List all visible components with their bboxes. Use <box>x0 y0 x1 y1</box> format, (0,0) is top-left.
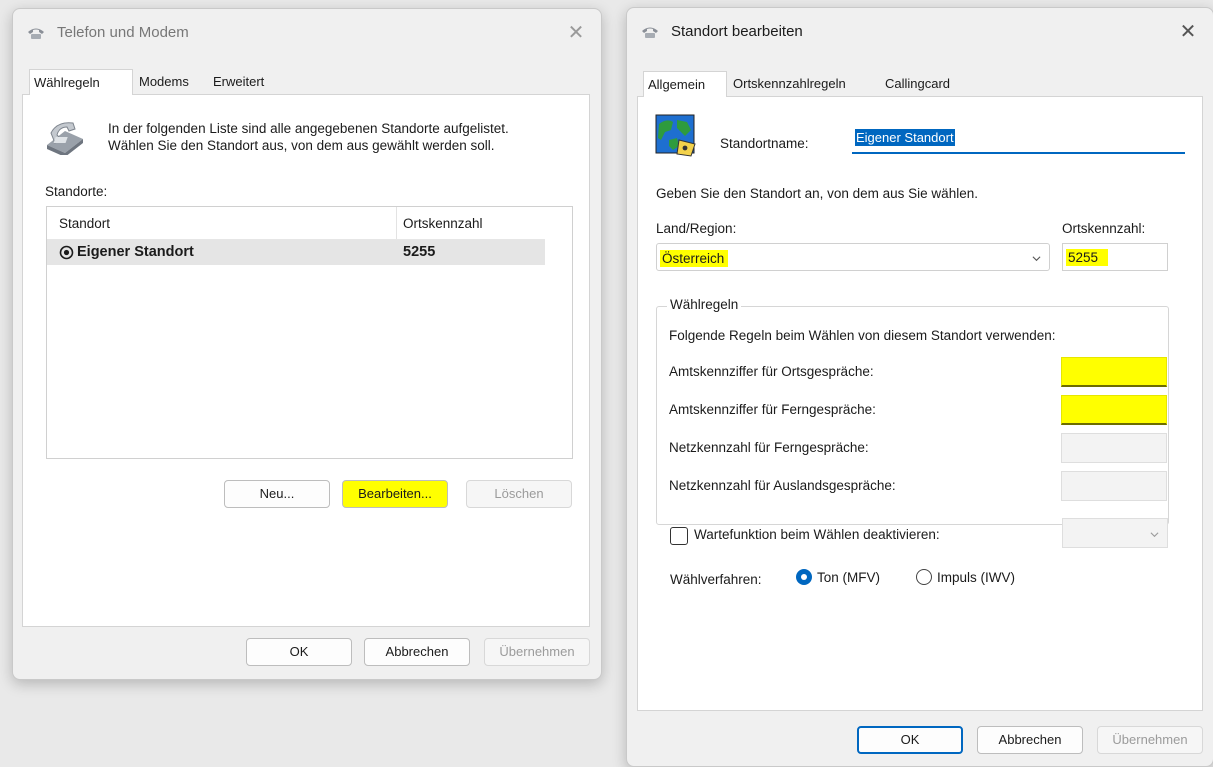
rules-description: Folgende Regeln beim Wählen von diesem S… <box>669 328 1056 343</box>
tab-allgemein[interactable]: Allgemein <box>643 71 727 97</box>
phone-icon <box>642 27 658 38</box>
right-close-button[interactable]: ✕ <box>1173 18 1203 46</box>
call-waiting-label: Wartefunktion beim Wählen deaktivieren: <box>694 527 940 542</box>
right-dialog-title: Standort bearbeiten <box>671 23 803 40</box>
selected-location-icon <box>59 245 74 260</box>
standort-bearbeiten-dialog: Standort bearbeiten ✕ Allgemein Ortskenn… <box>626 7 1213 767</box>
cancel-button[interactable]: Abbrechen <box>364 638 470 666</box>
dial-method-label: Wählverfahren: <box>670 572 762 587</box>
rule-label-carrier-long-distance: Netzkennzahl für Ferngespräche: <box>669 440 869 455</box>
new-button[interactable]: Neu... <box>224 480 330 508</box>
standorte-label: Standorte: <box>45 184 108 199</box>
pulse-radio[interactable] <box>916 569 932 585</box>
table-row[interactable]: Eigener Standort 5255 <box>47 240 545 265</box>
rule-label-long-distance: Amtskennziffer für Ferngespräche: <box>669 402 876 417</box>
telefon-und-modem-dialog: Telefon und Modem ✕ Wählregeln Modems Er… <box>12 8 602 680</box>
country-label: Land/Region: <box>656 221 737 236</box>
pulse-label: Impuls (IWV) <box>937 570 1016 585</box>
left-tab-strip: Wählregeln Modems Erweitert <box>21 69 321 95</box>
row-area-code: 5255 <box>403 244 436 260</box>
area-code-label: Ortskennzahl: <box>1062 221 1146 236</box>
long-distance-access-code-input[interactable] <box>1061 395 1167 425</box>
tab-erweitert[interactable]: Erweitert <box>209 71 289 93</box>
ok-button[interactable]: OK <box>246 638 352 666</box>
ok-button[interactable]: OK <box>857 726 963 754</box>
list-header: Standort Ortskennzahl <box>47 207 545 240</box>
country-value: Österreich <box>660 250 729 267</box>
right-title-bar: Standort bearbeiten ✕ <box>627 8 1213 56</box>
tab-callingcard[interactable]: Callingcard <box>881 73 971 95</box>
rule-label-local: Amtskennziffer für Ortsgespräche: <box>669 364 874 379</box>
description-line-2: Wählen Sie den Standort aus, von dem aus… <box>108 138 495 153</box>
tone-radio[interactable] <box>796 569 812 585</box>
left-dialog-title: Telefon und Modem <box>57 24 189 41</box>
chevron-down-icon <box>1032 256 1041 262</box>
apply-button[interactable]: Übernehmen <box>484 638 590 666</box>
rule-label-carrier-international: Netzkennzahl für Auslandsgespräche: <box>669 478 896 493</box>
telephone-device-icon <box>47 122 83 155</box>
rules-groupbox: Wählregeln Folgende Regeln beim Wählen v… <box>656 297 1169 525</box>
standorte-list[interactable]: Standort Ortskennzahl Eigener Standort 5… <box>46 206 573 459</box>
left-title-bar: Telefon und Modem ✕ <box>13 9 601 57</box>
location-globe-icon <box>655 114 696 157</box>
column-header-ortskennzahl[interactable]: Ortskennzahl <box>403 216 483 231</box>
tone-label: Ton (MFV) <box>817 570 881 585</box>
tab-ortskennzahlregeln[interactable]: Ortskennzahlregeln <box>729 73 879 95</box>
allgemein-panel: Standortname: Eigener Standort Geben Sie… <box>637 96 1203 711</box>
waehlregeln-panel: In der folgenden Liste sind alle angegeb… <box>22 94 590 627</box>
right-tab-strip: Allgemein Ortskennzahlregeln Callingcard <box>635 71 975 97</box>
tab-modems[interactable]: Modems <box>135 71 207 93</box>
call-waiting-dropdown[interactable] <box>1062 518 1168 548</box>
delete-button[interactable]: Löschen <box>466 480 572 508</box>
left-close-button[interactable]: ✕ <box>561 19 591 47</box>
rules-group-title: Wählregeln <box>667 297 742 312</box>
apply-button[interactable]: Übernehmen <box>1097 726 1203 754</box>
country-dropdown[interactable]: Österreich <box>656 243 1050 271</box>
instruction-text: Geben Sie den Standort an, von dem aus S… <box>656 186 978 201</box>
location-name-input[interactable]: Eigener Standort <box>852 124 1185 154</box>
edit-button[interactable]: Bearbeiten... <box>342 480 448 508</box>
chevron-down-icon <box>1150 532 1159 538</box>
local-access-code-input[interactable] <box>1061 357 1167 387</box>
carrier-long-distance-input[interactable] <box>1061 433 1167 463</box>
call-waiting-checkbox[interactable] <box>670 527 688 545</box>
location-name-value: Eigener Standort <box>855 129 955 146</box>
area-code-value: 5255 <box>1066 249 1109 266</box>
column-header-standort[interactable]: Standort <box>59 216 110 231</box>
location-name-label: Standortname: <box>720 136 809 151</box>
tab-waehlregeln[interactable]: Wählregeln <box>29 69 133 95</box>
carrier-international-input[interactable] <box>1061 471 1167 501</box>
column-divider <box>396 207 397 239</box>
cancel-button[interactable]: Abbrechen <box>977 726 1083 754</box>
area-code-input[interactable]: 5255 <box>1062 243 1168 271</box>
description-line-1: In der folgenden Liste sind alle angegeb… <box>108 121 509 136</box>
row-location-name: Eigener Standort <box>77 244 194 260</box>
phone-icon <box>28 28 44 39</box>
